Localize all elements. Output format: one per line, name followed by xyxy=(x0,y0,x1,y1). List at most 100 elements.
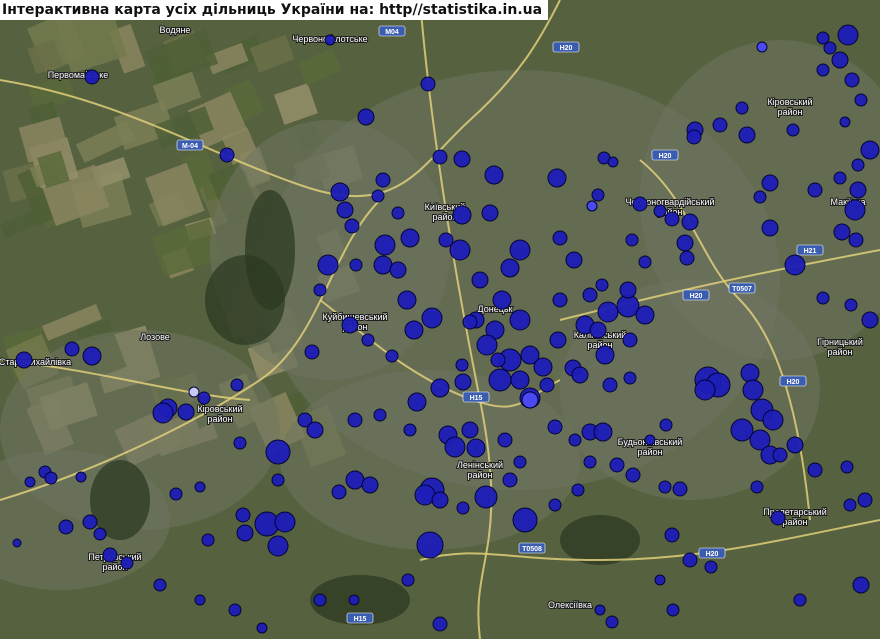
polling-station-marker[interactable] xyxy=(403,423,417,437)
polling-station-marker[interactable] xyxy=(793,593,807,607)
polling-station-marker[interactable] xyxy=(837,24,859,46)
polling-station-marker[interactable] xyxy=(664,527,680,543)
polling-station-marker[interactable] xyxy=(82,346,102,366)
polling-station-marker[interactable] xyxy=(481,204,499,222)
polling-station-marker[interactable] xyxy=(704,560,718,574)
polling-station-marker[interactable] xyxy=(461,421,479,439)
polling-station-marker[interactable] xyxy=(594,604,606,616)
polling-station-marker[interactable] xyxy=(653,204,667,218)
polling-station-marker[interactable] xyxy=(401,573,415,587)
polling-station-marker[interactable] xyxy=(619,281,637,299)
polling-station-marker[interactable] xyxy=(831,51,849,69)
polling-station-marker[interactable] xyxy=(385,349,399,363)
polling-station-marker[interactable] xyxy=(622,332,638,348)
polling-station-marker[interactable] xyxy=(58,519,74,535)
polling-station-marker[interactable] xyxy=(735,101,749,115)
polling-station-marker[interactable] xyxy=(416,531,444,559)
polling-station-marker[interactable] xyxy=(492,290,512,310)
polling-station-marker[interactable] xyxy=(784,254,806,276)
polling-station-marker[interactable] xyxy=(833,223,851,241)
polling-station-marker[interactable] xyxy=(344,218,360,234)
polling-station-marker[interactable] xyxy=(432,616,448,632)
polling-station-marker[interactable] xyxy=(236,524,254,542)
polling-station-marker[interactable] xyxy=(589,321,607,339)
polling-station-marker[interactable] xyxy=(664,211,680,227)
polling-station-marker[interactable] xyxy=(361,333,375,347)
polling-station-marker[interactable] xyxy=(306,421,324,439)
polling-station-marker[interactable] xyxy=(730,418,754,442)
polling-station-marker[interactable] xyxy=(712,117,728,133)
polling-station-marker[interactable] xyxy=(371,189,385,203)
polling-station-marker[interactable] xyxy=(169,487,183,501)
polling-station-marker[interactable] xyxy=(843,498,857,512)
polling-station-marker[interactable] xyxy=(317,254,339,276)
polling-station-marker[interactable] xyxy=(15,351,33,369)
polling-station-marker[interactable] xyxy=(444,436,466,458)
polling-station-marker[interactable] xyxy=(571,483,585,497)
polling-station-marker[interactable] xyxy=(452,205,472,225)
polling-station-marker[interactable] xyxy=(374,234,396,256)
polling-station-marker[interactable] xyxy=(194,594,206,606)
polling-station-marker[interactable] xyxy=(839,116,851,128)
polling-station-marker[interactable] xyxy=(602,377,618,393)
polling-station-marker[interactable] xyxy=(84,69,100,85)
polling-station-marker[interactable] xyxy=(807,462,823,478)
polling-station-marker[interactable] xyxy=(313,593,327,607)
polling-station-marker[interactable] xyxy=(549,331,567,349)
polling-station-marker[interactable] xyxy=(509,239,531,261)
polling-station-marker-highlighted[interactable] xyxy=(188,386,200,398)
polling-station-marker[interactable] xyxy=(742,379,764,401)
polling-station-marker[interactable] xyxy=(345,470,365,490)
polling-station-marker[interactable] xyxy=(449,239,471,261)
polling-station-marker[interactable] xyxy=(454,373,472,391)
polling-station-marker[interactable] xyxy=(391,206,405,220)
polling-station-marker[interactable] xyxy=(75,471,87,483)
polling-station-marker[interactable] xyxy=(623,371,637,385)
polling-station-marker[interactable] xyxy=(638,255,652,269)
polling-station-marker[interactable] xyxy=(625,233,639,247)
polling-station-marker[interactable] xyxy=(644,434,656,446)
polling-station-marker[interactable] xyxy=(336,201,354,219)
polling-station-marker[interactable] xyxy=(552,230,568,246)
polling-station-marker[interactable] xyxy=(857,492,873,508)
polling-station-marker[interactable] xyxy=(197,391,211,405)
polling-station-marker[interactable] xyxy=(848,232,864,248)
polling-station-marker[interactable] xyxy=(502,472,518,488)
polling-station-marker[interactable] xyxy=(694,379,716,401)
polling-station-marker[interactable] xyxy=(361,476,379,494)
polling-station-marker[interactable] xyxy=(153,578,167,592)
polling-station-marker[interactable] xyxy=(807,182,823,198)
polling-station-marker[interactable] xyxy=(471,271,489,289)
polling-station-marker[interactable] xyxy=(852,576,870,594)
polling-station-marker[interactable] xyxy=(44,471,58,485)
polling-station-marker[interactable] xyxy=(632,196,648,212)
polling-station-marker[interactable] xyxy=(373,408,387,422)
polling-station-marker[interactable] xyxy=(512,507,538,533)
polling-station-marker[interactable] xyxy=(397,290,417,310)
polling-station-marker[interactable] xyxy=(844,298,858,312)
polling-station-marker[interactable] xyxy=(304,344,320,360)
polling-station-marker[interactable] xyxy=(432,149,448,165)
polling-station-marker[interactable] xyxy=(625,467,641,483)
polling-station-marker[interactable] xyxy=(265,439,291,465)
polling-station-marker[interactable] xyxy=(786,123,800,137)
polling-station-marker[interactable] xyxy=(404,320,424,340)
polling-station-marker[interactable] xyxy=(233,436,247,450)
polling-station-marker[interactable] xyxy=(24,476,36,488)
polling-station-marker[interactable] xyxy=(740,363,760,383)
polling-station-marker[interactable] xyxy=(659,418,673,432)
polling-station-marker[interactable] xyxy=(455,358,469,372)
polling-station-marker[interactable] xyxy=(591,188,605,202)
polling-station-marker[interactable] xyxy=(547,168,567,188)
map-view[interactable]: M04 M-04 H20 H20 H20 H20 H20 H15 H15 H21 T0507 T050… xyxy=(0,0,880,639)
polling-station-marker[interactable] xyxy=(770,510,786,526)
polling-station-marker[interactable] xyxy=(513,455,527,469)
polling-station-marker[interactable] xyxy=(833,171,847,185)
polling-station-marker[interactable] xyxy=(64,341,80,357)
polling-station-marker[interactable] xyxy=(761,219,779,237)
polling-station-marker[interactable] xyxy=(595,278,609,292)
polling-station-marker[interactable] xyxy=(583,455,597,469)
polling-station-marker[interactable] xyxy=(421,307,443,329)
polling-station-marker[interactable] xyxy=(658,480,672,494)
polling-station-marker[interactable] xyxy=(348,594,360,606)
